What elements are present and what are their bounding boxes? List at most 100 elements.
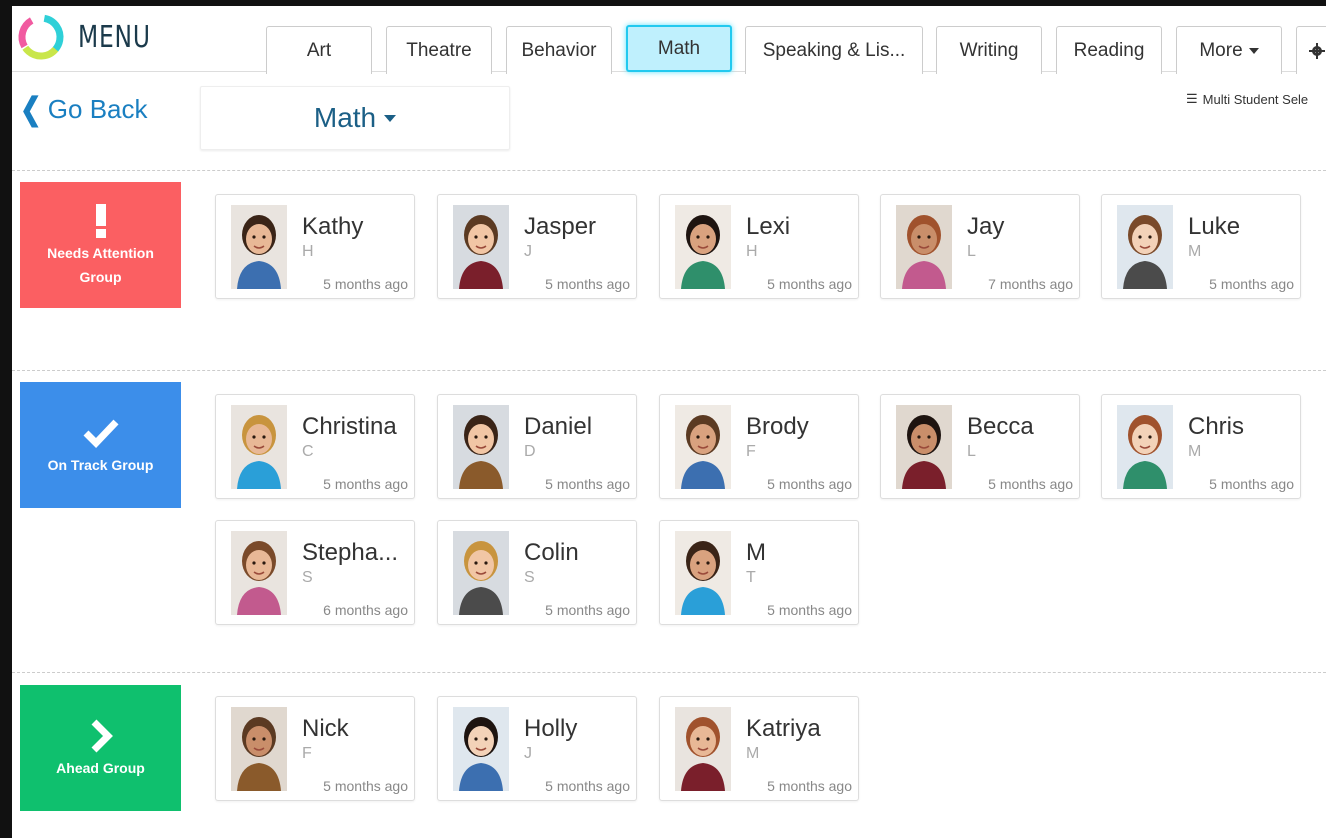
student-photo bbox=[453, 707, 509, 791]
last-updated: 5 months ago bbox=[767, 602, 852, 618]
student-last-initial: L bbox=[967, 243, 976, 260]
tab-writing[interactable]: Writing bbox=[936, 26, 1042, 74]
student-name: Nick bbox=[302, 715, 349, 742]
student-card[interactable]: Jasper J 5 months ago bbox=[437, 194, 637, 299]
multi-student-select-label: Multi Student Sele bbox=[1202, 91, 1309, 107]
student-card[interactable]: Holly J 5 months ago bbox=[437, 696, 637, 801]
tab-label: Art bbox=[306, 39, 332, 61]
student-photo bbox=[896, 205, 952, 289]
multi-student-select-button[interactable]: ☰ Multi Student Sele bbox=[1186, 91, 1308, 107]
group-label: Ahead Group bbox=[56, 760, 145, 776]
divider bbox=[12, 170, 1326, 171]
tab-math[interactable]: Math bbox=[626, 25, 732, 72]
tab-label: Speaking & Lis... bbox=[762, 39, 906, 61]
student-photo bbox=[231, 531, 287, 615]
student-name: Stepha... bbox=[302, 539, 399, 566]
gear-icon bbox=[1309, 42, 1325, 59]
on-track-group-button[interactable]: On Track Group bbox=[20, 382, 181, 508]
settings-tab[interactable] bbox=[1296, 26, 1326, 74]
go-back-link[interactable]: ❮ Go Back bbox=[20, 90, 148, 127]
subject-dropdown-value: Math bbox=[313, 102, 377, 133]
group-label: Group bbox=[79, 269, 122, 285]
checkmark-icon bbox=[82, 413, 120, 453]
tab-art[interactable]: Art bbox=[266, 26, 372, 74]
student-card[interactable]: Luke M 5 months ago bbox=[1101, 194, 1301, 299]
student-card[interactable]: Becca L 5 months ago bbox=[880, 394, 1080, 499]
student-photo bbox=[231, 405, 287, 489]
tab-label: Math bbox=[657, 37, 701, 59]
student-card[interactable]: MT 5 months ago bbox=[659, 520, 859, 625]
tab-speaking-listening[interactable]: Speaking & Lis... bbox=[745, 26, 923, 74]
student-last-initial: C bbox=[302, 443, 314, 460]
student-name: Becca bbox=[967, 413, 1034, 440]
student-card[interactable]: Kathy H 5 months ago bbox=[215, 194, 415, 299]
chevron-left-icon: ❮ bbox=[20, 90, 42, 127]
student-name: Chris bbox=[1188, 413, 1245, 440]
student-card[interactable]: Stepha... S 6 months ago bbox=[215, 520, 415, 625]
last-updated: 5 months ago bbox=[323, 778, 408, 794]
student-photo bbox=[231, 707, 287, 791]
group-label: On Track Group bbox=[47, 457, 154, 473]
last-updated: 5 months ago bbox=[545, 602, 630, 618]
student-card[interactable]: Christina C 5 months ago bbox=[215, 394, 415, 499]
student-last-initial: J bbox=[524, 243, 532, 260]
student-photo bbox=[1117, 405, 1173, 489]
student-name: Jasper bbox=[524, 213, 597, 240]
last-updated: 5 months ago bbox=[323, 476, 408, 492]
student-card[interactable]: Jay L 7 months ago bbox=[880, 194, 1080, 299]
student-photo bbox=[231, 205, 287, 289]
app-window: MENU Art Theatre Behavior Math Speaking … bbox=[12, 6, 1326, 838]
student-card[interactable]: Katriya M 5 months ago bbox=[659, 696, 859, 801]
student-photo bbox=[453, 531, 509, 615]
exclamation-icon bbox=[94, 201, 108, 241]
last-updated: 5 months ago bbox=[988, 476, 1073, 492]
student-last-initial: D bbox=[524, 443, 536, 460]
student-last-initial: H bbox=[746, 243, 758, 260]
ahead-group-button[interactable]: Ahead Group bbox=[20, 685, 181, 811]
divider bbox=[12, 672, 1326, 673]
tab-more[interactable]: More bbox=[1176, 26, 1282, 74]
logo-icon bbox=[18, 14, 64, 60]
tab-behavior[interactable]: Behavior bbox=[506, 26, 612, 74]
tab-label: Writing bbox=[959, 39, 1019, 61]
tab-label: Behavior bbox=[521, 39, 597, 61]
student-photo bbox=[675, 707, 731, 791]
last-updated: 5 months ago bbox=[545, 276, 630, 292]
caret-down-icon bbox=[1248, 47, 1259, 54]
last-updated: 5 months ago bbox=[767, 276, 852, 292]
caret-down-icon bbox=[384, 114, 397, 122]
student-last-initial: F bbox=[302, 745, 312, 762]
student-name: Lexi bbox=[746, 213, 791, 240]
last-updated: 5 months ago bbox=[767, 778, 852, 794]
student-card[interactable]: Lexi H 5 months ago bbox=[659, 194, 859, 299]
last-updated: 5 months ago bbox=[767, 476, 852, 492]
student-photo bbox=[675, 205, 731, 289]
student-photo bbox=[675, 531, 731, 615]
student-card[interactable]: Daniel D 5 months ago bbox=[437, 394, 637, 499]
student-card[interactable]: Brody F 5 months ago bbox=[659, 394, 859, 499]
list-icon: ☰ bbox=[1186, 91, 1198, 106]
student-card[interactable]: Chris M 5 months ago bbox=[1101, 394, 1301, 499]
chevron-right-icon bbox=[87, 716, 115, 756]
menu-button[interactable]: MENU bbox=[16, 12, 171, 62]
tab-label: More bbox=[1199, 39, 1243, 61]
student-photo bbox=[675, 405, 731, 489]
top-navigation-bar: MENU Art Theatre Behavior Math Speaking … bbox=[12, 6, 1326, 74]
student-photo bbox=[453, 405, 509, 489]
student-card[interactable]: Nick F 5 months ago bbox=[215, 696, 415, 801]
student-name: Luke bbox=[1188, 213, 1241, 240]
student-last-initial: M bbox=[746, 745, 760, 762]
subject-dropdown[interactable]: Math bbox=[200, 86, 510, 150]
last-updated: 7 months ago bbox=[988, 276, 1073, 292]
student-name: Holly bbox=[524, 715, 578, 742]
student-card[interactable]: Colin S 5 months ago bbox=[437, 520, 637, 625]
needs-attention-group-button[interactable]: Needs Attention Group bbox=[20, 182, 181, 308]
tab-label: Reading bbox=[1073, 39, 1145, 61]
tab-reading[interactable]: Reading bbox=[1056, 26, 1162, 74]
student-name: M bbox=[746, 539, 766, 566]
tab-theatre[interactable]: Theatre bbox=[386, 26, 492, 74]
student-name: Colin bbox=[524, 539, 579, 566]
divider bbox=[12, 370, 1326, 371]
student-last-initial: S bbox=[524, 569, 535, 586]
student-name: Kathy bbox=[302, 213, 364, 240]
